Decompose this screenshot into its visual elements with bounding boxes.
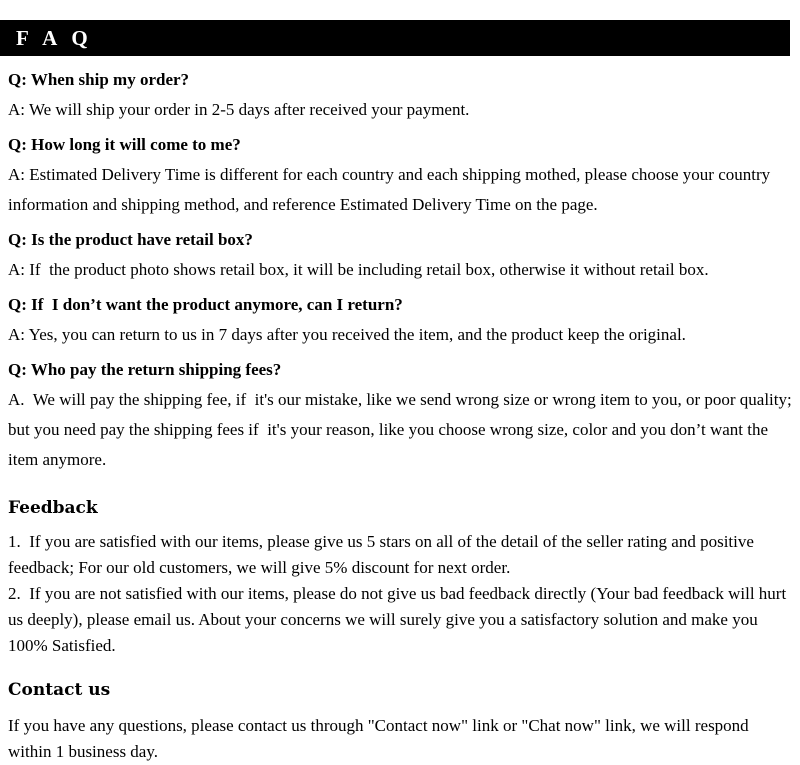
faq-item: Q: Who pay the return shipping fees? A. …: [8, 354, 792, 475]
faq-header-title: F A Q: [16, 25, 93, 50]
faq-answer: A: Yes, you can return to us in 7 days a…: [8, 325, 686, 344]
faq-item: Q: When ship my order? A: We will ship y…: [8, 64, 792, 125]
faq-page: F A Q Q: When ship my order? A: We will …: [0, 0, 800, 761]
contact-section: Contact us If you have any questions, pl…: [8, 677, 792, 765]
faq-item: Q: How long it will come to me? A: Estim…: [8, 129, 792, 220]
feedback-heading: Feedback: [8, 498, 98, 518]
feedback-item: 1. If you are satisfied with our items, …: [8, 532, 759, 577]
faq-answer: A: Estimated Delivery Time is different …: [8, 165, 775, 214]
faq-item: Q: If I don’t want the product anymore, …: [8, 289, 792, 350]
faq-question: Q: Who pay the return shipping fees?: [8, 360, 282, 379]
faq-question: Q: When ship my order?: [8, 70, 190, 89]
faq-header-bar: F A Q: [0, 20, 790, 56]
faq-answer: A: We will ship your order in 2-5 days a…: [8, 100, 470, 119]
contact-heading: Contact us: [8, 680, 111, 700]
faq-question: Q: Is the product have retail box?: [8, 230, 253, 249]
faq-content: Q: When ship my order? A: We will ship y…: [8, 64, 792, 765]
feedback-item: 2. If you are not satisfied with our ite…: [8, 584, 791, 655]
faq-question: Q: If I don’t want the product anymore, …: [8, 295, 403, 314]
faq-question: Q: How long it will come to me?: [8, 135, 241, 154]
faq-item: Q: Is the product have retail box? A: If…: [8, 224, 792, 285]
faq-answer: A. We will pay the shipping fee, if it's…: [8, 390, 796, 469]
faq-answer: A: If the product photo shows retail box…: [8, 260, 709, 279]
feedback-section: Feedback 1. If you are satisfied with ou…: [8, 495, 792, 659]
contact-body: If you have any questions, please contac…: [8, 716, 753, 761]
